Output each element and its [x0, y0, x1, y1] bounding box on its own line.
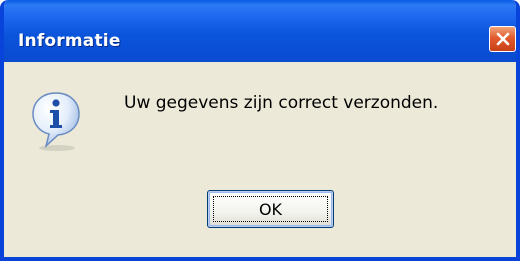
ok-button[interactable]: OK — [207, 190, 334, 228]
dialog-content: Uw gegevens zijn correct verzonden. OK — [4, 62, 516, 257]
message-dialog: Informatie Uw gegevens zijn correct verz… — [0, 0, 520, 261]
dialog-title: Informatie — [18, 31, 121, 51]
close-button[interactable] — [489, 26, 516, 52]
information-icon — [30, 90, 82, 152]
close-icon — [495, 31, 511, 47]
ok-button-label: OK — [213, 196, 328, 222]
title-bar[interactable]: Informatie — [4, 0, 516, 62]
dialog-message: Uw gegevens zijn correct verzonden. — [124, 93, 439, 113]
